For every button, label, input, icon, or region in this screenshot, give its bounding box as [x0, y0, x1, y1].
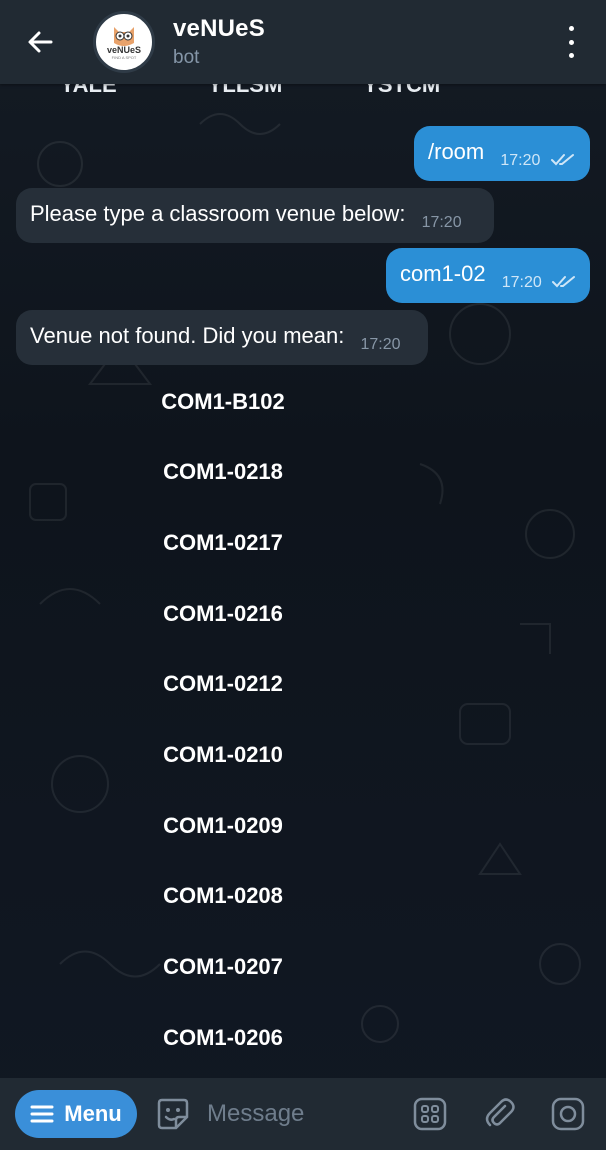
back-arrow-icon: [28, 31, 53, 53]
message-time: 17:20: [360, 336, 401, 353]
venue-suggestion-button[interactable]: COM1-0207: [120, 947, 326, 987]
menu-label: Menu: [64, 1101, 122, 1126]
venue-suggestion-button[interactable]: COM1-0209: [120, 806, 326, 846]
more-dot: [568, 53, 574, 58]
message-text: /room: [428, 139, 485, 164]
sticker-button[interactable]: [155, 1096, 191, 1132]
outgoing-message[interactable]: /room 17:20: [414, 126, 590, 181]
sticker-icon: [157, 1098, 189, 1130]
venue-suggestion-button[interactable]: COM1-B102: [120, 382, 326, 422]
avatar-logo-text: veNUeS: [106, 44, 142, 55]
message-text: com1-02: [400, 261, 486, 286]
chat-header: veNUeS FIND A SPOT veNUeS bot: [0, 0, 606, 84]
incoming-message[interactable]: Venue not found. Did you mean: 17:20: [16, 310, 428, 365]
message-text: Please type a classroom venue below:: [30, 201, 406, 226]
message-time: 17:20: [421, 214, 462, 231]
chat-screen: veNUeS FIND A SPOT veNUeS bot YALE YLLSM…: [0, 0, 606, 1150]
venue-suggestion-button[interactable]: COM1-0217: [120, 523, 326, 563]
venue-suggestion-button[interactable]: COM1-0212: [120, 664, 326, 704]
message-time: 17:20: [501, 274, 542, 291]
avatar-logo-sub: FIND A SPOT: [111, 54, 137, 60]
venue-suggestion-button[interactable]: COM1-0216: [120, 594, 326, 634]
menu-lines-icon: [30, 1105, 54, 1123]
more-dot: [568, 39, 574, 45]
bot-commands-icon: [413, 1097, 447, 1131]
incoming-message[interactable]: Please type a classroom venue below: 17:…: [16, 188, 494, 243]
attach-icon: [485, 1098, 515, 1127]
bot-avatar[interactable]: veNUeS FIND A SPOT: [93, 11, 155, 73]
back-button[interactable]: [0, 0, 80, 84]
bot-commands-button[interactable]: [412, 1096, 448, 1132]
double-check-icon: [550, 154, 574, 166]
chat-title: veNUeS: [173, 15, 265, 42]
camera-icon: [551, 1097, 585, 1131]
message-input[interactable]: [207, 1100, 397, 1128]
more-vertical-icon: [568, 26, 574, 31]
message-text: Venue not found. Did you mean:: [30, 323, 345, 348]
owl-logo-icon: [114, 26, 134, 46]
venue-suggestion-button[interactable]: COM1-0218: [120, 452, 326, 492]
double-check-icon: [551, 276, 575, 288]
chat-subtitle: bot: [173, 47, 200, 68]
message-time: 17:20: [500, 152, 541, 169]
venue-suggestion-button[interactable]: COM1-0208: [120, 876, 326, 916]
camera-button[interactable]: [550, 1096, 586, 1132]
venue-suggestion-button[interactable]: COM1-0210: [120, 735, 326, 775]
menu-button[interactable]: Menu: [15, 1090, 137, 1138]
attach-button[interactable]: [482, 1096, 518, 1132]
venue-suggestion-button[interactable]: COM1-0206: [120, 1018, 326, 1058]
chat-title-block[interactable]: veNUeS bot: [173, 15, 265, 69]
more-options-button[interactable]: [556, 26, 586, 58]
outgoing-message[interactable]: com1-02 17:20: [386, 248, 590, 303]
